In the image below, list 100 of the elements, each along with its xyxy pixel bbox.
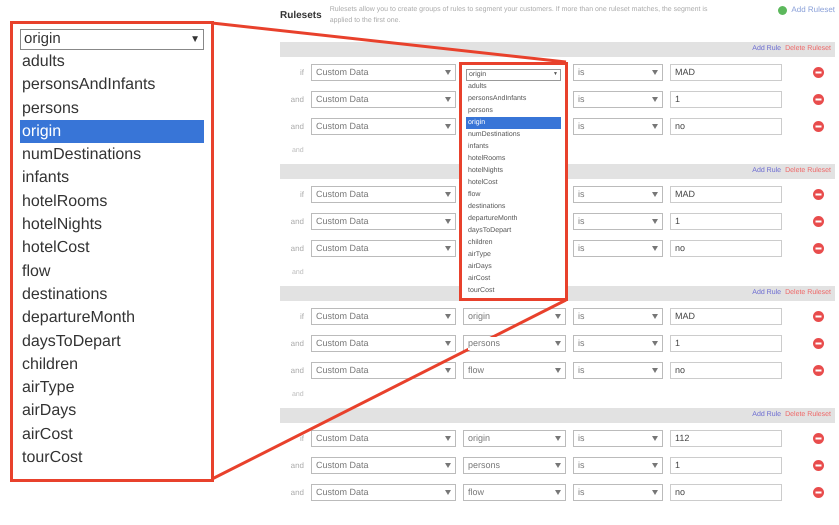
field-select[interactable]: flow (463, 362, 566, 379)
delete-icon[interactable] (813, 67, 824, 78)
value-field[interactable]: 112 (670, 430, 782, 447)
rule-connector: and (290, 364, 304, 376)
field-select[interactable]: flow (463, 484, 566, 501)
value-field[interactable]: no (670, 362, 782, 379)
dropdown-option[interactable]: departureMonth (20, 306, 204, 330)
dropdown-option[interactable]: hotelNights (20, 213, 204, 236)
dropdown-option[interactable]: airDays (20, 399, 204, 423)
dropdown-option[interactable]: origin (20, 120, 204, 144)
delete-icon[interactable] (813, 94, 824, 105)
dropdown-option[interactable]: tourCost (20, 446, 204, 470)
caret-icon (652, 192, 658, 197)
value-field[interactable]: 1 (670, 213, 782, 230)
operator-select[interactable]: is (573, 457, 663, 474)
dropdown-option[interactable]: children (20, 352, 204, 376)
delete-icon[interactable] (813, 189, 824, 200)
caret-icon (445, 246, 451, 251)
rule-connector: and (290, 460, 304, 472)
value-field[interactable]: MAD (670, 308, 782, 325)
value-field[interactable]: 1 (670, 457, 782, 474)
source-select[interactable]: Custom Data (311, 430, 456, 447)
caret-icon (652, 341, 658, 346)
source-select[interactable]: Custom Data (311, 484, 456, 501)
delete-icon[interactable] (813, 460, 824, 471)
caret-icon (652, 490, 658, 495)
dropdown-option[interactable]: destinations (20, 282, 204, 306)
dropdown-option[interactable]: airType (20, 376, 204, 400)
caret-icon (445, 490, 451, 495)
delete-icon[interactable] (813, 311, 824, 322)
dropdown-option[interactable]: numDestinations (20, 143, 204, 166)
caret-icon (555, 490, 561, 495)
dropdown-option[interactable]: personsAndInfants (20, 73, 204, 97)
delete-icon[interactable] (813, 338, 824, 349)
dropdown-option[interactable]: persons (20, 96, 204, 120)
source-select[interactable]: Custom Data (311, 118, 456, 135)
operator-select[interactable]: is (573, 213, 663, 230)
value-field[interactable]: 1 (670, 91, 782, 108)
operator-select[interactable]: is (573, 308, 663, 325)
delete-icon[interactable] (813, 121, 824, 132)
delete-icon[interactable] (813, 433, 824, 444)
source-select[interactable]: Custom Data (311, 308, 456, 325)
rule-connector: and (290, 120, 304, 132)
zoomed-select[interactable]: origin ▼ (20, 29, 204, 50)
value-field[interactable]: 1 (670, 335, 782, 352)
rule-connector: if (299, 188, 304, 200)
source-select[interactable]: Custom Data (311, 457, 456, 474)
caret-icon (652, 124, 658, 129)
rule-connector: and (290, 242, 304, 254)
dropdown-option[interactable]: adults (20, 50, 204, 74)
rule-connector: and (290, 94, 304, 106)
operator-select[interactable]: is (573, 484, 663, 501)
operator-select[interactable]: is (573, 186, 663, 203)
rule-connector: and (290, 216, 304, 228)
operator-select[interactable]: is (573, 335, 663, 352)
source-select[interactable]: Custom Data (311, 240, 456, 257)
operator-select[interactable]: is (573, 362, 663, 379)
caret-icon (445, 97, 451, 102)
dropdown-option[interactable]: airCost (20, 422, 204, 446)
field-select[interactable]: persons (463, 457, 566, 474)
source-select[interactable]: Custom Data (311, 186, 456, 203)
delete-icon[interactable] (813, 487, 824, 498)
dropdown-option[interactable]: daysToDepart (20, 330, 204, 353)
operator-select[interactable]: is (573, 430, 663, 447)
dropdown-option[interactable]: hotelRooms (20, 190, 204, 214)
value-field[interactable]: no (670, 240, 782, 257)
caret-icon (652, 97, 658, 102)
value-field[interactable]: MAD (670, 64, 782, 81)
operator-select[interactable]: is (573, 64, 663, 81)
value-field[interactable]: MAD (670, 186, 782, 203)
delete-icon[interactable] (813, 216, 824, 227)
caret-icon (445, 368, 451, 373)
caret-icon (445, 341, 451, 346)
field-select[interactable]: origin (463, 430, 566, 447)
caret-icon (555, 341, 561, 346)
caret-icon (445, 314, 451, 319)
source-select[interactable]: Custom Data (311, 362, 456, 379)
caret-icon (652, 219, 658, 224)
value-field[interactable]: no (670, 118, 782, 135)
delete-icon[interactable] (813, 365, 824, 376)
field-select[interactable]: origin (463, 308, 566, 325)
dropdown-option[interactable]: flow (20, 260, 204, 283)
value-field[interactable]: no (670, 484, 782, 501)
source-select[interactable]: Custom Data (311, 91, 456, 108)
field-select[interactable]: persons (463, 335, 566, 352)
dropdown-option[interactable]: hotelCost (20, 236, 204, 260)
caret-icon (445, 463, 451, 468)
operator-select[interactable]: is (573, 118, 663, 135)
caret-icon (652, 70, 658, 75)
caret-icon (652, 368, 658, 373)
caret-icon (445, 219, 451, 224)
caret-icon (445, 436, 451, 441)
source-select[interactable]: Custom Data (311, 213, 456, 230)
source-select[interactable]: Custom Data (311, 335, 456, 352)
dropdown-option[interactable]: infants (20, 166, 204, 190)
source-select[interactable]: Custom Data (311, 64, 456, 81)
operator-select[interactable]: is (573, 91, 663, 108)
caret-icon (555, 463, 561, 468)
operator-select[interactable]: is (573, 240, 663, 257)
delete-icon[interactable] (813, 243, 824, 254)
